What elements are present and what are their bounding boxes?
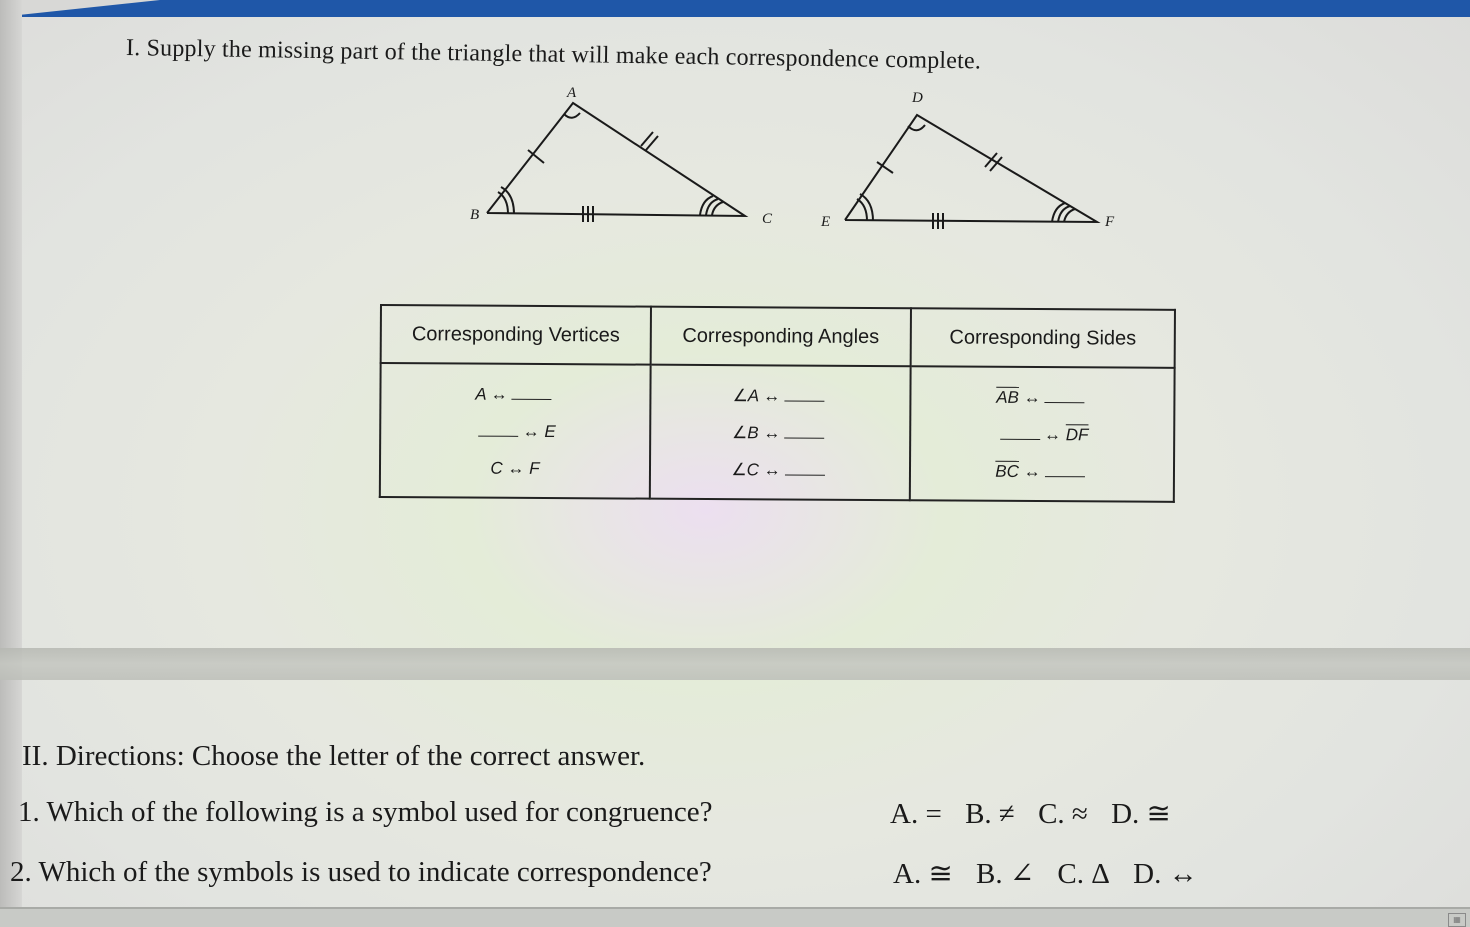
answer-blank[interactable] <box>784 422 825 439</box>
angle-row: ∠A ↔ <box>651 376 909 415</box>
option-c[interactable]: C. Δ <box>1057 858 1110 890</box>
table-body-row: A ↔ ↔ E C ↔ F ∠A ↔ ∠B ↔ ∠C ↔ AB ↔ ↔ DF B… <box>379 363 1175 502</box>
angle-row: ∠C ↔ <box>651 450 909 489</box>
vertex-c: C <box>762 211 773 227</box>
answer-blank[interactable] <box>511 384 552 400</box>
question-2-options: A. ≅ B. ∠ C. Δ D. ↔ <box>893 856 1214 891</box>
answer-blank[interactable] <box>784 385 825 402</box>
section1-title: I. Supply the missing part of the triang… <box>125 35 982 75</box>
header-angles: Corresponding Angles <box>650 306 911 367</box>
top-bar <box>0 0 1470 17</box>
vertex-row: ↔ E <box>381 412 649 451</box>
angle-row: ∠B ↔ <box>651 413 909 452</box>
side-row: AB ↔ <box>911 378 1173 417</box>
worksheet-part-2: II. Directions: Choose the letter of the… <box>0 680 1470 927</box>
option-b[interactable]: B. ∠ <box>976 858 1034 890</box>
option-a[interactable]: A. = <box>890 798 942 830</box>
vertex-row: A ↔ <box>381 375 649 414</box>
option-b[interactable]: B. ≠ <box>965 798 1015 830</box>
answer-blank[interactable] <box>999 424 1041 440</box>
header-vertices: Corresponding Vertices <box>380 305 651 365</box>
side-row: BC ↔ <box>911 452 1173 491</box>
answer-blank[interactable] <box>784 459 825 476</box>
page-divider <box>0 648 1470 680</box>
triangle-def: D E F <box>820 90 1115 230</box>
answer-blank[interactable] <box>1044 461 1085 477</box>
question-1-options: A. = B. ≠ C. ≈ D. ≅ <box>890 796 1187 831</box>
correspondence-table: Corresponding Vertices Corresponding Ang… <box>378 304 1176 503</box>
vertex-row: C ↔ F <box>490 458 540 478</box>
section2-title: II. Directions: Choose the letter of the… <box>22 740 646 772</box>
angles-cell: ∠A ↔ ∠B ↔ ∠C ↔ <box>649 364 911 501</box>
side-row: ↔ DF <box>911 415 1173 454</box>
vertex-b: B <box>470 207 479 223</box>
option-c[interactable]: C. ≈ <box>1038 798 1088 830</box>
vertex-f: F <box>1104 214 1115 230</box>
answer-blank[interactable] <box>478 421 519 437</box>
table-header-row: Corresponding Vertices Corresponding Ang… <box>380 305 1175 368</box>
option-d[interactable]: D. ≅ <box>1111 798 1171 830</box>
answer-blank[interactable] <box>1044 387 1085 403</box>
layout-icon[interactable]: ▦ <box>1448 913 1466 927</box>
question-1: 1. Which of the following is a symbol us… <box>18 796 713 828</box>
vertex-d: D <box>911 90 923 106</box>
option-d[interactable]: D. ↔ <box>1133 858 1197 890</box>
option-a[interactable]: A. ≅ <box>893 858 953 890</box>
question-2: 2. Which of the symbols is used to indic… <box>10 856 712 888</box>
vertex-e: E <box>820 214 830 230</box>
header-sides: Corresponding Sides <box>910 308 1175 368</box>
vertex-a: A <box>566 85 577 101</box>
sides-cell: AB ↔ ↔ DF BC ↔ <box>909 366 1175 502</box>
bottom-bar <box>0 909 1470 927</box>
vertices-cell: A ↔ ↔ E C ↔ F <box>379 363 651 499</box>
triangle-abc: A B C <box>470 85 773 227</box>
